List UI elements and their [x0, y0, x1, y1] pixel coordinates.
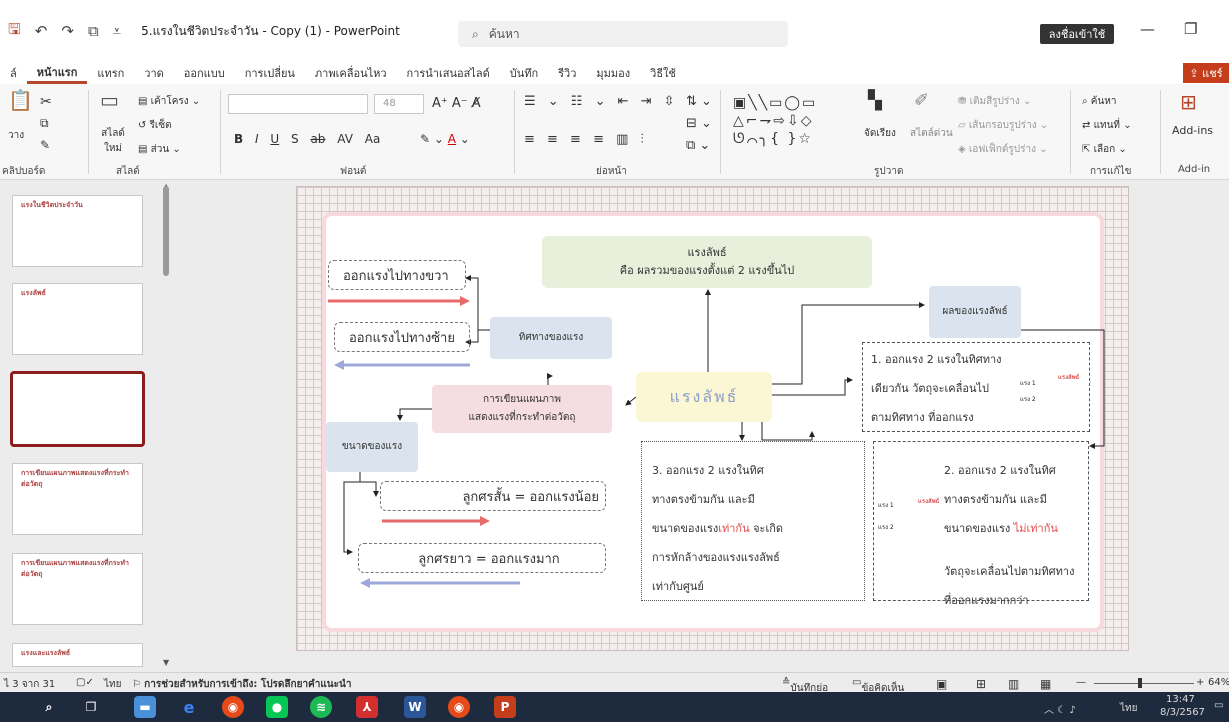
case-3-line-5: เท่ากับศูนย์: [652, 580, 704, 593]
force-direction-box[interactable]: ทิศทางของแรง: [490, 317, 612, 359]
case-1-line-3: ตามทิศทาง ที่ออกแรง: [871, 411, 974, 424]
notification-icon[interactable]: ▭: [1214, 700, 1223, 711]
case-2-size: ขนาดของแรง: [944, 522, 1011, 535]
acrobat-icon[interactable]: ⅄: [356, 696, 378, 718]
case-1-net: แรงลัพธ์: [1058, 374, 1080, 381]
case-2-line-4: วัตถุจะเคลื่อนไปตามทิศทาง: [944, 565, 1075, 578]
resultant-definition-box[interactable]: แรงลัพธ์คือ ผลรวมของแรงตั้งแต่ 2 แรงขึ้น…: [542, 236, 872, 288]
case-3-line-1: 3. ออกแรง 2 แรงในทิศ: [652, 464, 764, 477]
diagram-line-2: แสดงแรงที่กระทำต่อวัตถุ: [468, 412, 576, 423]
case-3-size: ขนาดของแรง: [652, 522, 719, 535]
zoom-in-icon[interactable]: +: [1196, 677, 1204, 688]
chrome-icon[interactable]: ◉: [222, 696, 244, 718]
case-1-line-1: 1. ออกแรง 2 แรงในทิศทาง: [871, 353, 1002, 366]
zoom-slider[interactable]: [1094, 683, 1194, 684]
zoom-slider-thumb[interactable]: [1138, 678, 1142, 688]
chrome-profile-icon[interactable]: ◉: [448, 696, 470, 718]
case-3-box[interactable]: 3. ออกแรง 2 แรงในทิศ ทางตรงข้ามกัน และมี…: [641, 441, 865, 601]
case-2-force1: แรง 1: [878, 502, 894, 509]
resultant-heading: แรงลัพธ์: [687, 246, 727, 259]
case-1-force2: แรง 2: [1020, 396, 1036, 403]
notes-button[interactable]: ≙ บันทึกย่อ: [782, 677, 828, 694]
case-1-force1: แรง 1: [1020, 380, 1036, 387]
spellcheck-icon[interactable]: ▢✓: [76, 677, 94, 688]
search-taskbar-icon[interactable]: ⌕: [38, 696, 60, 718]
spotify-icon[interactable]: ≋: [310, 696, 332, 718]
accessibility-label: การช่วยสำหรับการเข้าถึง: โปรดลึกยาคำแนะน…: [144, 679, 352, 690]
normal-view-icon[interactable]: ▣: [936, 677, 947, 691]
line-icon[interactable]: ●: [266, 696, 288, 718]
short-arrow-label[interactable]: ลูกศรสั้น = ออกแรงน้อย: [380, 481, 606, 511]
case-3-equal: เท่ากัน: [718, 522, 750, 535]
case-2-line-3: ขนาดของแรง ไม่เท่ากัน: [944, 514, 1078, 543]
file-explorer-icon[interactable]: ▬: [134, 696, 156, 718]
diagram-line-1: การเขียนแผนภาพ: [483, 394, 561, 405]
slide-counter: ไ 3 จาก 31: [4, 679, 56, 690]
reading-view-icon[interactable]: ▥: [1008, 677, 1019, 691]
status-bar: ไ 3 จาก 31 ▢✓ ไทย ⚐ การช่วยสำหรับการเข้า…: [0, 672, 1229, 694]
case-2-not-equal: ไม่เท่ากัน: [1013, 522, 1058, 535]
resultant-center-box[interactable]: แรงลัพธ์: [636, 372, 772, 422]
force-size-box[interactable]: ขนาดของแรง: [326, 422, 418, 472]
resultant-definition: คือ ผลรวมของแรงตั้งแต่ 2 แรงขึ้นไป: [619, 264, 795, 277]
tray-language[interactable]: ไทย: [1120, 701, 1137, 716]
slide-sorter-icon[interactable]: ⊞: [976, 677, 986, 691]
case-3-line-2: ทางตรงข้ามกัน และมี: [652, 493, 755, 506]
language-status[interactable]: ไทย: [104, 677, 121, 692]
push-right-label[interactable]: ออกแรงไปทางขวา: [328, 260, 466, 290]
slideshow-view-icon[interactable]: ▦: [1040, 677, 1051, 691]
case-2-tail: วัตถุจะเคลื่อนไปตามทิศทาง ที่ออกแรงมากกว…: [944, 557, 1074, 615]
zoom-out-icon[interactable]: —: [1076, 677, 1086, 688]
edge-icon[interactable]: e: [178, 696, 200, 718]
zoom-level[interactable]: 64%: [1208, 677, 1229, 688]
force-diagram-box[interactable]: การเขียนแผนภาพแสดงแรงที่กระทำต่อวัตถุ: [432, 385, 612, 433]
case-2-line-1: 2. ออกแรง 2 แรงในทิศ: [944, 464, 1056, 477]
case-1-line-2: เดียวกัน วัตถุจะเคลื่อนไป: [871, 382, 990, 395]
case-2-line-5: ที่ออกแรงมากกว่า: [944, 594, 1029, 607]
windows-taskbar: ⌕ ❐ ▬ e ◉ ● ≋ ⅄ W ◉ P ︿ ☾ ♪ ไทย 13:47 8/…: [0, 692, 1229, 722]
clock-time[interactable]: 13:47: [1166, 694, 1195, 705]
word-icon[interactable]: W: [404, 696, 426, 718]
powerpoint-window: 🖫 ↶ ↷ ⧉ ⩡ 5.แรงในชีวิตประจำวัน - Copy (1…: [0, 0, 1229, 722]
task-view-icon[interactable]: ❐: [80, 696, 102, 718]
tray-icons[interactable]: ︿ ☾ ♪: [1044, 701, 1076, 716]
powerpoint-icon[interactable]: P: [494, 696, 516, 718]
push-left-label[interactable]: ออกแรงไปทางซ้าย: [334, 322, 470, 352]
case-1-box[interactable]: 1. ออกแรง 2 แรงในทิศทาง เดียวกัน วัตถุจะ…: [862, 342, 1090, 432]
case-2-force2: แรง 2: [878, 524, 894, 531]
resultant-effect-box[interactable]: ผลของแรงลัพธ์: [929, 286, 1021, 338]
case-2-line-2: ทางตรงข้ามกัน และมี: [944, 493, 1047, 506]
case-3-line-3: ขนาดของแรงเท่ากัน จะเกิด: [652, 514, 854, 543]
case-3-will: จะเกิด: [753, 522, 784, 535]
long-arrow-label[interactable]: ลูกศรยาว = ออกแรงมาก: [358, 543, 606, 573]
comments-button[interactable]: ▭ ข้อคิดเห็น: [852, 677, 904, 694]
case-2-net: แรงลัพธ์: [918, 498, 940, 505]
case-3-line-4: การหักล้างของแรงแรงลัพธ์: [652, 551, 780, 564]
accessibility-status[interactable]: ⚐ การช่วยสำหรับการเข้าถึง: โปรดลึกยาคำแน…: [132, 677, 351, 692]
clock-date[interactable]: 8/3/2567: [1160, 707, 1205, 718]
